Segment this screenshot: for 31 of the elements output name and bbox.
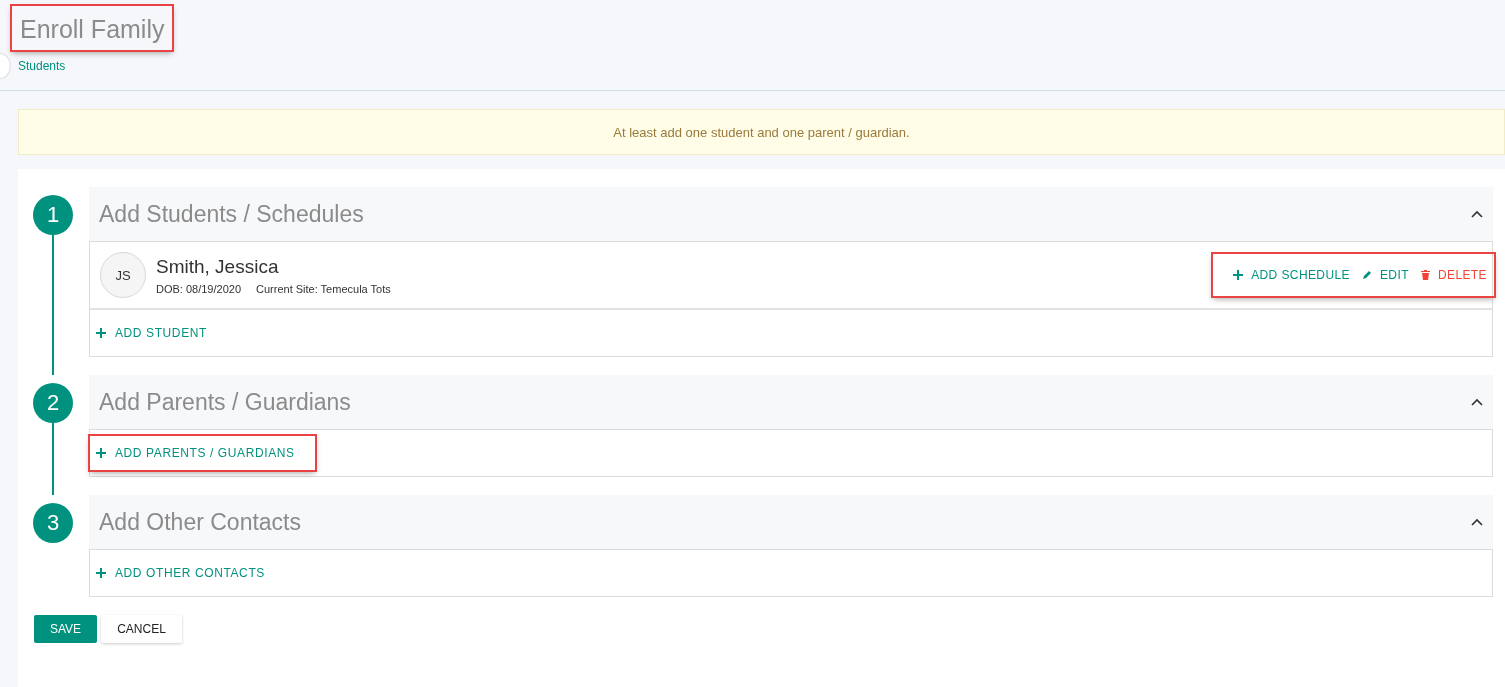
dob-text: DOB: 08/19/2020: [156, 282, 241, 295]
plus-icon: [96, 568, 106, 578]
plus-icon: [96, 448, 106, 458]
section-header[interactable]: Add Other Contacts: [89, 495, 1493, 549]
section-header[interactable]: Add Students / Schedules: [89, 187, 1493, 241]
section-title: Add Other Contacts: [99, 508, 301, 536]
save-button[interactable]: SAVE: [34, 615, 98, 643]
collapse-chevron-icon[interactable]: [1471, 518, 1483, 526]
step-number: 2: [33, 383, 73, 423]
breadcrumb-link[interactable]: Students: [18, 59, 66, 73]
edit-button[interactable]: EDIT: [1361, 268, 1409, 282]
step-number: 3: [33, 503, 73, 543]
student-name: Smith, Jessica: [156, 255, 280, 278]
plus-icon: [96, 328, 106, 338]
add-button[interactable]: ADD PARENTS / GUARDIANS: [90, 436, 315, 470]
trash-icon: [1420, 270, 1430, 280]
section-header[interactable]: Add Parents / Guardians: [89, 375, 1493, 429]
avatar: JS: [100, 252, 146, 298]
collapse-chevron-icon[interactable]: [1471, 398, 1483, 406]
page-title: Enroll Family: [12, 6, 173, 50]
section-title: Add Students / Schedules: [99, 200, 364, 228]
pencil-icon: [1361, 270, 1372, 280]
delete-button[interactable]: DELETE: [1420, 268, 1487, 282]
plus-icon: [1233, 270, 1244, 280]
cancel-button[interactable]: CANCEL: [101, 615, 182, 643]
alert-banner: At least add one student and one parent / guardian.: [18, 109, 1505, 155]
collapse-chevron-icon[interactable]: [1471, 210, 1483, 218]
add-button[interactable]: ADD SCHEDULE: [1233, 268, 1350, 282]
section-title: Add Parents / Guardians: [99, 388, 351, 416]
step-number: 1: [33, 195, 73, 235]
site-text: Current Site: Temecula Tots: [256, 282, 391, 295]
